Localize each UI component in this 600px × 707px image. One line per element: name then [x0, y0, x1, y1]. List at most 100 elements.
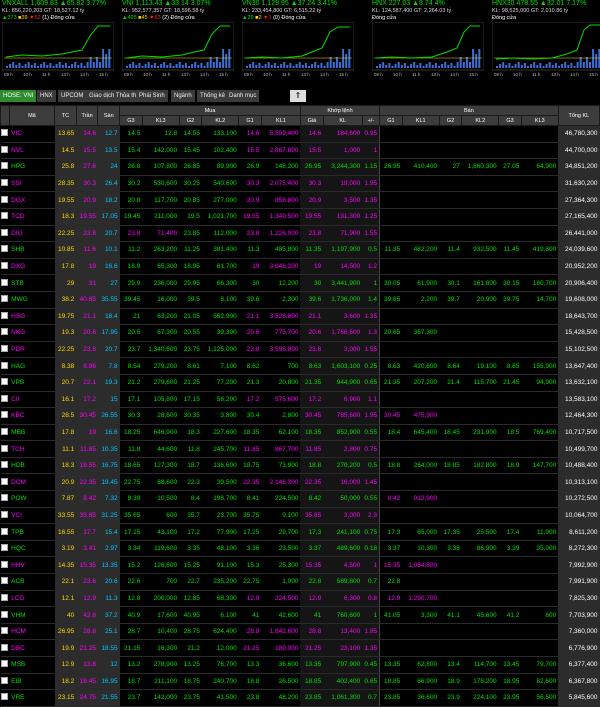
cell-symbol[interactable]: HPG — [9, 158, 55, 176]
table-row[interactable]: HHV 14.35 15.35 13.35 15.2 126,600 15.25 91,100… — [0, 556, 600, 575]
cell-symbol[interactable]: HDB — [9, 457, 55, 475]
table-row[interactable]: VPB 20.7 22.1 19.3 21.2 279,600 21.25 77,200 21.… — [0, 374, 600, 392]
tab-2[interactable]: UPCOM — [58, 90, 88, 102]
row-checkbox[interactable] — [0, 125, 10, 143]
cell-symbol[interactable]: STB — [9, 274, 55, 292]
cell-symbol[interactable]: DIG — [9, 225, 55, 243]
cell-symbol[interactable]: VIC — [9, 125, 55, 143]
table-row[interactable]: DXG 17.8 19 16.6 18.9 65,300 18.95 61,700 19 3,64… — [0, 258, 600, 276]
row-checkbox[interactable] — [0, 357, 10, 375]
index-hnx[interactable]: HNX 227.03 ▲8.74 4% KL: 124,587,400 GT: 2… — [372, 0, 484, 84]
row-checkbox[interactable] — [0, 573, 10, 591]
table-row[interactable]: VHM 40 42.8 37.2 40.9 17,600 40.95 6,100 41 42,60… — [0, 606, 600, 624]
row-checkbox[interactable] — [0, 175, 10, 193]
cell-symbol[interactable]: VPB — [9, 374, 55, 392]
row-checkbox[interactable] — [0, 639, 10, 657]
table-row[interactable]: NKG 19.3 20.6 17.95 20.5 67,300 20.55 39,300 20.… — [0, 324, 600, 342]
table-row[interactable]: VCI 33.55 35.85 31.25 35.65 600 35.7 23,700 35.7… — [0, 507, 600, 525]
row-checkbox[interactable] — [0, 341, 10, 359]
row-checkbox[interactable] — [0, 490, 10, 508]
tab-1[interactable]: HNX — [37, 90, 57, 102]
row-checkbox[interactable] — [0, 606, 10, 624]
row-checkbox[interactable] — [0, 440, 10, 458]
table-row[interactable]: HQC 3.19 3.41 2.97 3.34 119,600 3.35 48,100 3.36… — [0, 540, 600, 558]
index-vnxall[interactable]: VNXALL 1,609.83 ▲65.82 3.77% KL: 856,220,… — [2, 0, 114, 84]
row-checkbox[interactable] — [0, 274, 10, 292]
cell-symbol[interactable]: DGX — [9, 191, 55, 209]
table-row[interactable]: VRE 23.15 24.75 21.55 23.7 142,000 23.75 41,500… — [0, 689, 600, 707]
table-row[interactable]: DCM 20.9 22.35 19.45 22.75 88,600 22.3 39,500 22… — [0, 473, 600, 492]
scroll-up-icon[interactable]: ⇑ — [290, 90, 306, 102]
table-row[interactable]: HCM 26.95 28.8 25.1 28.7 10,400 28.75 624,400 28… — [0, 623, 600, 641]
cell-symbol[interactable]: MSB — [9, 656, 55, 674]
row-checkbox[interactable] — [0, 407, 10, 425]
cell-symbol[interactable]: TCH — [9, 440, 55, 458]
row-checkbox[interactable] — [0, 308, 10, 326]
row-checkbox[interactable] — [0, 590, 10, 608]
table-row[interactable]: HAG 8.38 8.96 7.8 8.54 279,200 8.61 7,100 8.62 70… — [0, 357, 600, 375]
row-checkbox[interactable] — [0, 473, 10, 492]
table-row[interactable]: MBB 17.8 19 16.6 18.25 646,900 18.3 227,600 18.3… — [0, 424, 600, 442]
cell-symbol[interactable]: POW — [9, 490, 55, 508]
table-row[interactable]: HPG 25.8 27.6 24 26.8 107,800 26.85 89,900 26.9 1… — [0, 158, 600, 176]
row-checkbox[interactable] — [0, 324, 10, 342]
table-row[interactable]: VIC 13.65 14.6 12.7 14.5 12.8 14.55 133,100 14.6… — [0, 125, 600, 143]
row-checkbox[interactable] — [0, 556, 10, 575]
row-checkbox[interactable] — [0, 507, 10, 525]
table-row[interactable]: DIG 22.25 23.8 20.7 23.8 71,400 23.85 112,000 23… — [0, 225, 600, 243]
cell-symbol[interactable]: ACB — [9, 573, 55, 591]
row-checkbox[interactable] — [0, 523, 10, 541]
row-checkbox[interactable] — [0, 291, 10, 309]
table-row[interactable]: PDR 22.25 23.8 20.7 23.7 1,340,600 23.75 1,125,… — [0, 341, 600, 359]
cell-symbol[interactable]: KBC — [9, 407, 55, 425]
table-row[interactable]: MWG 38.2 40.85 35.55 39.45 16,000 39.5 8,100 39.… — [0, 291, 600, 309]
row-checkbox[interactable] — [0, 391, 10, 409]
index-vni[interactable]: VNI 1,113.43 ▲33.14 3.07% KL: 952,577,357… — [122, 0, 234, 84]
cell-symbol[interactable]: LCG — [9, 590, 55, 608]
tab-5[interactable]: Ngành — [171, 90, 196, 102]
cell-symbol[interactable]: DXG — [9, 258, 55, 276]
tab-7[interactable]: Danh mục — [226, 90, 261, 102]
table-row[interactable]: KBC 28.5 30.45 26.55 30.3 28,600 30.35 3,800 30.… — [0, 407, 600, 425]
row-checkbox[interactable] — [0, 656, 10, 674]
row-checkbox[interactable] — [0, 689, 10, 707]
table-row[interactable]: HDB 18.3 19.55 16.75 18.65 127,300 18.7 136,600… — [0, 457, 600, 475]
row-checkbox[interactable] — [0, 623, 10, 641]
cell-symbol[interactable]: MBB — [9, 424, 55, 442]
table-row[interactable]: POW 7.87 8.42 7.32 8.39 10,500 8.4 198,700 8.41 2… — [0, 490, 600, 508]
table-row[interactable]: DGX 19.55 20.9 18.2 20.8 117,700 20.85 277,000 2… — [0, 191, 600, 209]
tab-4[interactable]: Phái Sinh — [136, 90, 169, 102]
table-row[interactable]: HSG 19.75 21.1 18.4 21 63,200 21.05 562,900 21.1… — [0, 308, 600, 326]
table-row[interactable]: TCD 18.3 19.55 17.05 19.45 211,000 19.5 1,021,7… — [0, 208, 600, 226]
cell-symbol[interactable]: DCM — [9, 473, 55, 492]
cell-symbol[interactable]: TPB — [9, 523, 55, 541]
table-row[interactable]: STB 29 31 27 29.9 236,000 29.95 66,300 30 12,200 3… — [0, 274, 600, 292]
row-checkbox[interactable] — [0, 673, 10, 691]
cell-symbol[interactable]: EIB — [9, 673, 55, 691]
cell-symbol[interactable]: TCD — [9, 208, 55, 226]
table-row[interactable]: SSI 28.35 30.3 26.4 30.2 530,600 30.25 540,600 3… — [0, 175, 600, 193]
cell-symbol[interactable]: VRE — [9, 689, 55, 707]
table-row[interactable]: ACB 22.1 23.6 20.6 22.6 700 22.7 235,200 22.75 1,… — [0, 573, 600, 591]
cell-symbol[interactable]: MWG — [9, 291, 55, 309]
cell-symbol[interactable]: HHV — [9, 556, 55, 575]
cell-symbol[interactable]: HCM — [9, 623, 55, 641]
row-checkbox[interactable] — [0, 241, 10, 259]
row-checkbox[interactable] — [0, 540, 10, 558]
row-checkbox[interactable] — [0, 374, 10, 392]
cell-symbol[interactable]: SHB — [9, 241, 55, 259]
row-checkbox[interactable] — [0, 457, 10, 475]
cell-symbol[interactable]: VHM — [9, 606, 55, 624]
tab-6[interactable]: Thống kê — [197, 90, 230, 102]
table-row[interactable]: MSB 12.9 13.8 12 13.2 278,900 13.25 76,700 13.3 3… — [0, 656, 600, 674]
cell-symbol[interactable]: SSI — [9, 175, 55, 193]
cell-symbol[interactable]: CII — [9, 391, 55, 409]
cell-symbol[interactable]: HAG — [9, 357, 55, 375]
table-row[interactable]: EIB 18.2 19.45 16.95 18.7 211,100 18.75 240,700… — [0, 673, 600, 691]
cell-symbol[interactable]: NKG — [9, 324, 55, 342]
table-row[interactable]: CII 16.1 17.2 15 17.1 105,800 17.15 56,200 17.2 5… — [0, 391, 600, 409]
cell-symbol[interactable]: VCI — [9, 507, 55, 525]
row-checkbox[interactable] — [0, 158, 10, 176]
table-row[interactable]: TPB 16.55 17.7 15.4 17.15 43,100 17.2 77,900 17.… — [0, 523, 600, 541]
row-checkbox[interactable] — [0, 258, 10, 276]
